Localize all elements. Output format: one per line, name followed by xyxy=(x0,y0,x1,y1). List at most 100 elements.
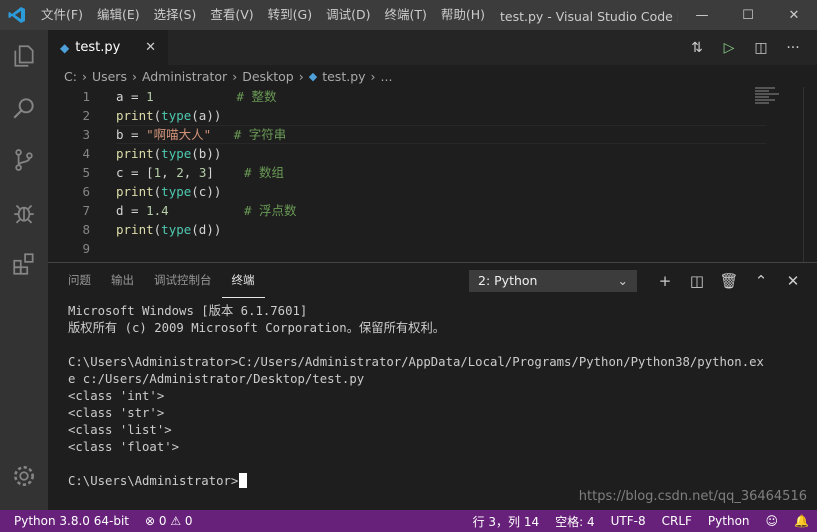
code-token: type xyxy=(161,222,192,237)
menu-terminal[interactable]: 终端(T) xyxy=(377,0,433,30)
split-terminal-icon[interactable]: ◫ xyxy=(681,263,713,298)
breadcrumb-file[interactable]: test.py xyxy=(322,69,365,84)
terminal-line: Microsoft Windows [版本 6.1.7601] xyxy=(68,304,308,318)
line-number: 3 xyxy=(82,127,90,142)
line-number: 2 xyxy=(82,108,90,123)
new-terminal-icon[interactable]: + xyxy=(649,263,681,298)
code-text: a = 1 # 整数 xyxy=(90,87,276,106)
chevron-up-icon[interactable]: ⌃ xyxy=(745,263,777,298)
open-changes-icon[interactable]: ⇅ xyxy=(681,30,713,65)
chevron-right-icon: › xyxy=(370,68,376,84)
terminal-select-value: 2: Python xyxy=(478,273,538,288)
minimize-button[interactable]: — xyxy=(679,0,725,30)
tab-label: test.py xyxy=(75,40,121,55)
tab-problems[interactable]: 问题 xyxy=(58,263,101,298)
window-title: test.py - Visual Studio Code [管... xyxy=(500,8,678,24)
tab-output[interactable]: 输出 xyxy=(101,263,144,298)
editor-tab-test-py[interactable]: ◆ test.py ✕ xyxy=(48,30,168,65)
maximize-button[interactable]: ☐ xyxy=(725,0,771,30)
close-panel-icon[interactable]: ✕ xyxy=(777,263,809,298)
trash-icon[interactable]: 🗑 xyxy=(713,263,745,298)
code-token: print xyxy=(116,146,154,161)
window-controls: — ☐ ✕ xyxy=(679,0,817,30)
terminal-cursor xyxy=(239,473,248,488)
run-python-icon[interactable]: ▷ xyxy=(713,30,745,65)
code-line[interactable]: 1a = 1 # 整数 xyxy=(48,87,817,106)
menu-view[interactable]: 查看(V) xyxy=(203,0,260,30)
split-editor-icon[interactable]: ◫ xyxy=(745,30,777,65)
minimap[interactable] xyxy=(755,87,803,107)
terminal-select[interactable]: 2: Python ⌄ xyxy=(469,270,637,292)
menu-help[interactable]: 帮助(H) xyxy=(434,0,492,30)
code-token: 2 xyxy=(176,165,184,180)
code-token: print xyxy=(116,108,154,123)
terminal-line: e c:/Users/Administrator/Desktop/test.py xyxy=(68,372,365,386)
code-editor[interactable]: 1a = 1 # 整数 2 print(type(a)) 3 b = "啊喵大人" # … xyxy=(48,87,817,262)
chevron-right-icon: › xyxy=(298,68,304,84)
menu-go[interactable]: 转到(G) xyxy=(261,0,319,30)
language-mode[interactable]: Python xyxy=(700,514,758,528)
terminal-line: <class 'list'> xyxy=(68,423,172,437)
terminal-line: <class 'float'> xyxy=(68,440,180,454)
source-control-icon[interactable] xyxy=(0,134,48,186)
cursor-position[interactable]: 行 3，列 14 xyxy=(465,513,548,530)
code-token: type xyxy=(161,184,192,199)
breadcrumb-drive[interactable]: C: xyxy=(64,69,77,84)
code-text: print(type(c)) xyxy=(90,182,221,201)
debug-icon[interactable] xyxy=(0,186,48,238)
more-actions-icon[interactable]: ··· xyxy=(777,30,809,65)
watermark-text: https://blog.csdn.net/qq_36464516 xyxy=(578,489,807,504)
tab-debug-console[interactable]: 调试控制台 xyxy=(144,263,222,298)
vscode-logo-icon xyxy=(0,0,34,30)
breadcrumb-administrator[interactable]: Administrator xyxy=(142,69,227,84)
code-token: c = [ xyxy=(116,165,154,180)
explorer-icon[interactable] xyxy=(0,30,48,82)
code-line[interactable]: 9 xyxy=(48,239,817,258)
menu-bar: 文件(F) 编辑(E) 选择(S) 查看(V) 转到(G) 调试(D) 终端(T… xyxy=(34,0,492,30)
code-text: print(type(d)) xyxy=(90,220,221,239)
line-number: 4 xyxy=(82,146,90,161)
notifications-bell-icon[interactable]: 🔔 xyxy=(786,514,817,528)
terminal-output[interactable]: Microsoft Windows [版本 6.1.7601] 版权所有 (c) … xyxy=(48,298,817,490)
menu-debug[interactable]: 调试(D) xyxy=(319,0,377,30)
indentation[interactable]: 空格: 4 xyxy=(547,513,603,530)
code-token: ] xyxy=(206,165,214,180)
breadcrumb-desktop[interactable]: Desktop xyxy=(242,69,294,84)
tab-terminal[interactable]: 终端 xyxy=(221,263,265,298)
settings-gear-icon[interactable] xyxy=(0,450,48,502)
search-icon[interactable] xyxy=(0,82,48,134)
code-line[interactable]: 8 print(type(d)) xyxy=(48,220,817,239)
breadcrumb-users[interactable]: Users xyxy=(92,69,127,84)
close-window-button[interactable]: ✕ xyxy=(771,0,817,30)
code-token: (d)) xyxy=(191,222,222,237)
end-of-line[interactable]: CRLF xyxy=(654,514,700,528)
editor-scrollbar[interactable] xyxy=(803,87,817,262)
extensions-icon[interactable] xyxy=(0,238,48,290)
panel-actions: + ◫ 🗑 ⌃ ✕ xyxy=(649,263,809,298)
line-number: 9 xyxy=(82,241,90,256)
code-line[interactable]: 5c = [1, 2, 3] # 数组 xyxy=(48,163,817,182)
menu-edit[interactable]: 编辑(E) xyxy=(90,0,147,30)
bottom-panel: 问题 输出 调试控制台 终端 2: Python ⌄ + ◫ 🗑 ⌃ ✕ Mic… xyxy=(48,262,817,510)
menu-selection[interactable]: 选择(S) xyxy=(147,0,204,30)
close-tab-icon[interactable]: ✕ xyxy=(145,40,156,55)
code-token: type xyxy=(161,146,192,161)
code-line[interactable]: 4 print(type(b)) xyxy=(48,144,817,163)
code-line[interactable]: 2 print(type(a)) xyxy=(48,106,817,125)
menu-file[interactable]: 文件(F) xyxy=(34,0,90,30)
status-bar: Python 3.8.0 64-bit ⊗ 0 ⚠ 0 行 3，列 14 空格:… xyxy=(0,510,817,532)
encoding[interactable]: UTF-8 xyxy=(603,514,654,528)
problems-count[interactable]: ⊗ 0 ⚠ 0 xyxy=(137,514,201,528)
code-token: a = xyxy=(116,89,147,104)
breadcrumb-symbols[interactable]: ... xyxy=(381,69,393,84)
code-line[interactable]: 7d = 1.4 # 浮点数 xyxy=(48,201,817,220)
python-interpreter[interactable]: Python 3.8.0 64-bit xyxy=(0,514,137,528)
line-number: 8 xyxy=(82,222,90,237)
terminal-line: <class 'str'> xyxy=(68,406,165,420)
code-line[interactable]: 6 print(type(c)) xyxy=(48,182,817,201)
code-token: , xyxy=(161,165,177,180)
feedback-icon[interactable]: ☺ xyxy=(758,514,787,528)
code-token: print xyxy=(116,184,154,199)
